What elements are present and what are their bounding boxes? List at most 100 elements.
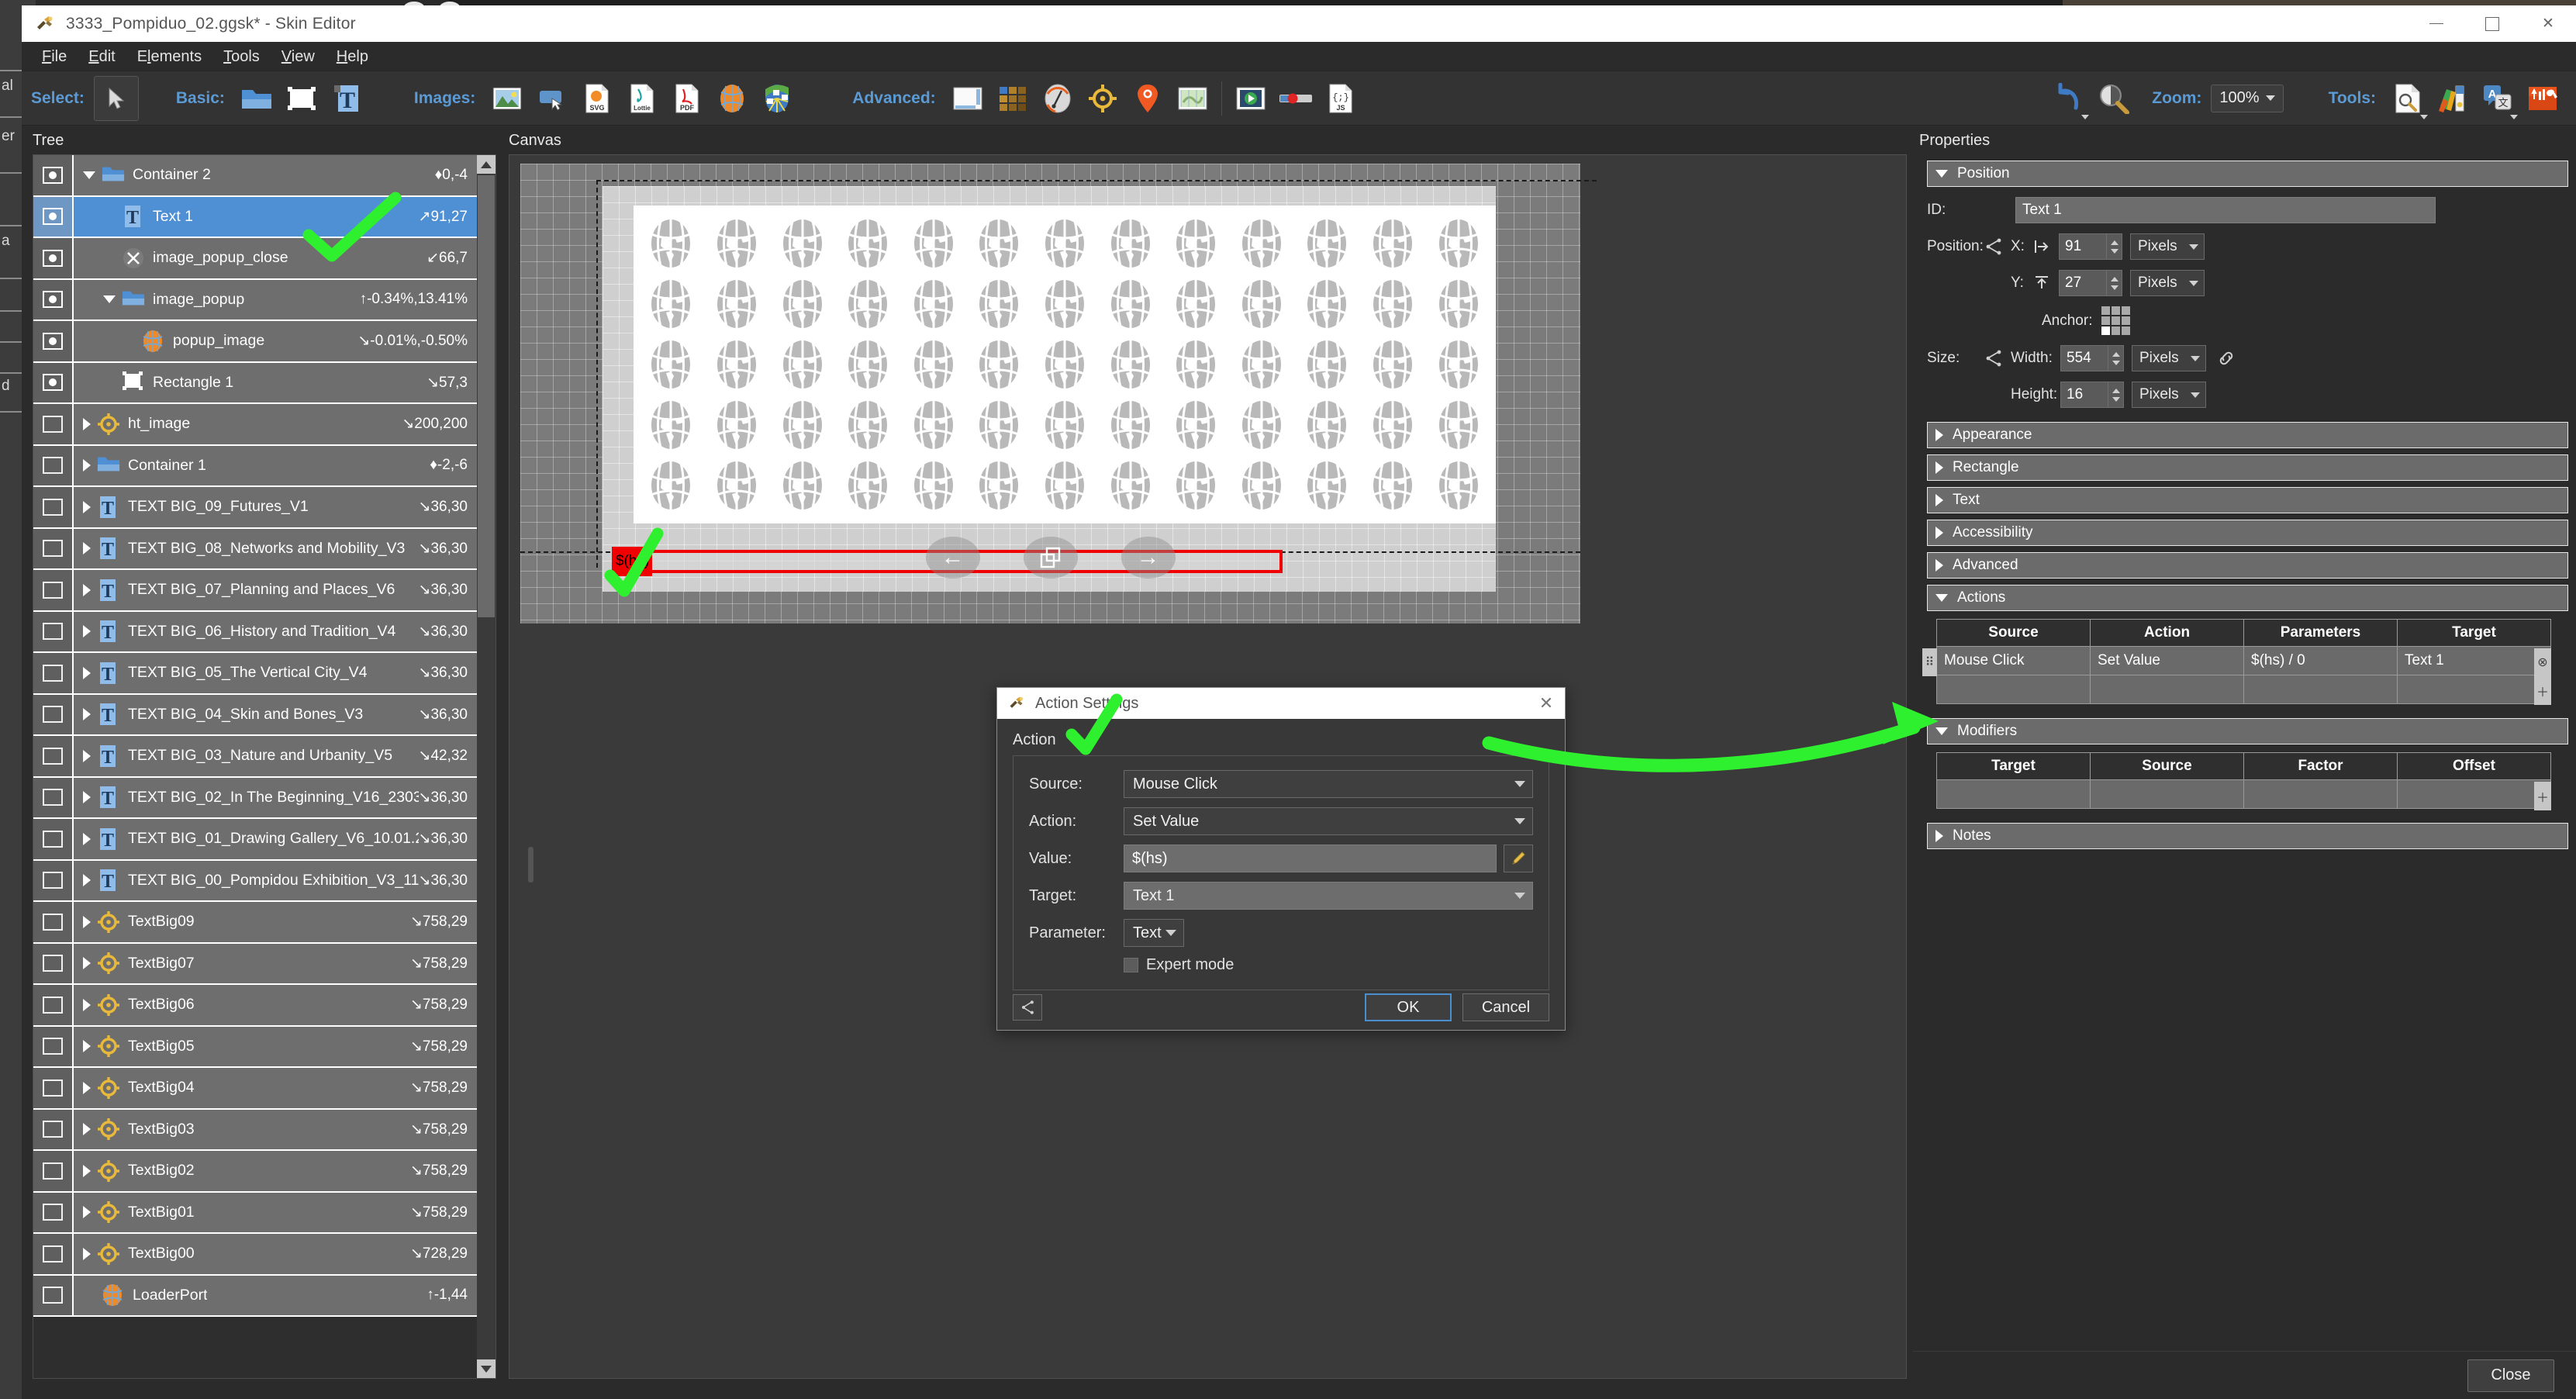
scroll-down-icon[interactable] <box>477 1359 496 1378</box>
width-stepper[interactable]: 554 <box>2060 345 2124 371</box>
maximize-icon[interactable] <box>2464 5 2520 42</box>
chevron-right-icon[interactable] <box>83 998 91 1011</box>
action-settings-dialog[interactable]: Action Settings ✕ Action Source: Mouse C… <box>996 687 1566 1031</box>
viewer-window-icon[interactable] <box>945 76 990 121</box>
zoom-select[interactable]: 100% <box>2211 84 2284 112</box>
chevron-right-icon[interactable] <box>83 583 91 596</box>
chevron-right-icon[interactable] <box>83 791 91 804</box>
tree-row[interactable]: image_popup ↑-0.34%,13.41% <box>33 279 477 321</box>
chevron-right-icon[interactable] <box>83 1081 91 1094</box>
tree-list[interactable]: Container 2 ♦0,-4 T Text 1 ↗91,27 image_popup… <box>33 155 477 1378</box>
chevron-down-icon[interactable] <box>83 171 95 179</box>
chevron-right-icon[interactable] <box>83 874 91 887</box>
map-icon[interactable] <box>1170 76 1215 121</box>
section-header-advanced[interactable]: Advanced <box>1927 552 2568 579</box>
modifiers-table[interactable]: Target Source Factor Offset ＋ <box>1936 752 2551 810</box>
container-folder-icon[interactable] <box>234 76 279 121</box>
section-header-appearance[interactable]: Appearance <box>1927 422 2568 448</box>
visibility-off-icon[interactable] <box>33 1026 74 1066</box>
text-icon[interactable]: T <box>324 76 369 121</box>
visibility-off-icon[interactable] <box>33 1068 74 1108</box>
visibility-eye-icon[interactable] <box>33 279 74 320</box>
visibility-off-icon[interactable] <box>33 445 74 485</box>
y-unit-select[interactable]: Pixels <box>2130 270 2205 296</box>
section-header-text[interactable]: Text <box>1927 487 2568 513</box>
menu-elements[interactable]: Elements <box>126 42 212 71</box>
tree-scrollbar[interactable] <box>477 155 496 1378</box>
visibility-off-icon[interactable] <box>33 1192 74 1232</box>
visibility-off-icon[interactable] <box>33 611 74 651</box>
pdf-file-icon[interactable]: PDF <box>665 76 710 121</box>
chevron-right-icon[interactable] <box>83 957 91 970</box>
chevron-right-icon[interactable] <box>83 915 91 928</box>
chevron-right-icon[interactable] <box>83 1040 91 1053</box>
plus-icon[interactable]: ＋ <box>2534 676 2551 705</box>
visibility-off-icon[interactable] <box>33 985 74 1025</box>
visibility-off-icon[interactable] <box>33 860 74 900</box>
tree-row[interactable]: Rectangle 1 ↘57,3 <box>33 362 477 404</box>
modifiers-empty-row[interactable] <box>1937 779 2550 808</box>
slider-icon[interactable] <box>1273 76 1318 121</box>
tree-row[interactable]: T TEXT BIG_04_Skin and Bones_V3 ↘36,30 <box>33 694 477 736</box>
tree-row[interactable]: T TEXT BIG_05_The Vertical City_V4 ↘36,30 <box>33 653 477 695</box>
arrow-right-icon[interactable]: → <box>1121 537 1176 579</box>
window-controls[interactable]: ✕ <box>2409 5 2576 42</box>
pencil-icon[interactable] <box>1504 845 1533 872</box>
tree-row[interactable]: T TEXT BIG_03_Nature and Urbanity_V5 ↘42,3… <box>33 736 477 778</box>
visibility-off-icon[interactable] <box>33 902 74 942</box>
anchor-selector[interactable] <box>2101 306 2131 335</box>
visibility-off-icon[interactable] <box>33 1234 74 1274</box>
tree-row[interactable]: T TEXT BIG_06_History and Tradition_V4 ↘36… <box>33 611 477 653</box>
source-select[interactable]: Mouse Click <box>1124 770 1533 798</box>
chevron-right-icon[interactable] <box>83 459 91 472</box>
visibility-off-icon[interactable] <box>33 819 74 859</box>
expert-mode-checkbox[interactable] <box>1124 958 1138 972</box>
overlap-squares-icon[interactable] <box>1023 537 1078 579</box>
video-icon[interactable] <box>1228 76 1273 121</box>
menu-tools[interactable]: Tools <box>212 42 271 71</box>
image-icon[interactable] <box>485 76 530 121</box>
chain-link-icon[interactable] <box>2217 349 2236 368</box>
close-icon[interactable]: ✕ <box>2520 5 2576 42</box>
menu-file[interactable]: File <box>31 42 78 71</box>
chevron-right-icon[interactable] <box>83 666 91 679</box>
tree-row[interactable]: T TEXT BIG_08_Networks and Mobility_V3 ↘36… <box>33 528 477 570</box>
tree-row[interactable]: Container 1 ♦-2,-6 <box>33 445 477 487</box>
visibility-eye-icon[interactable] <box>33 238 74 278</box>
visibility-eye-icon[interactable] <box>33 362 74 402</box>
y-stepper[interactable]: 27 <box>2059 270 2122 296</box>
tree-row[interactable]: T TEXT BIG_02_In The Beginning_V16_230322… <box>33 777 477 819</box>
arrow-select-icon[interactable] <box>93 75 139 121</box>
menu-edit[interactable]: Edit <box>78 42 126 71</box>
menu-view[interactable]: View <box>271 42 326 71</box>
visibility-off-icon[interactable] <box>33 943 74 983</box>
section-header-actions[interactable]: Actions <box>1927 585 2568 611</box>
canvas-nav-controls[interactable]: ← → <box>925 537 1176 579</box>
actions-row[interactable]: Mouse Click Set Value $(hs) / 0 Text 1 <box>1937 646 2550 675</box>
hotspot-globe-icon[interactable] <box>754 76 799 121</box>
visibility-off-icon[interactable] <box>33 777 74 817</box>
tree-row[interactable]: TextBig02 ↘758,29 <box>33 1151 477 1193</box>
section-header-position[interactable]: Position <box>1927 161 2568 187</box>
tree-row[interactable]: TextBig09 ↘758,29 <box>33 902 477 944</box>
visibility-off-icon[interactable] <box>33 1109 74 1149</box>
actions-cell[interactable]: $(hs) / 0 <box>2244 647 2398 675</box>
cancel-button[interactable]: Cancel <box>1462 993 1549 1021</box>
actions-cell[interactable]: Set Value <box>2091 647 2244 675</box>
value-input[interactable]: $(hs) <box>1124 845 1497 872</box>
actions-cell[interactable]: Text 1 <box>2398 647 2550 675</box>
tree-row[interactable]: popup_image ↘-0.01%,-0.50% <box>33 321 477 363</box>
height-value[interactable]: 16 <box>2060 382 2108 408</box>
chevron-right-icon[interactable] <box>83 1164 91 1177</box>
tree-row[interactable]: TextBig04 ↘758,29 <box>33 1068 477 1110</box>
lottie-file-icon[interactable]: Lottie <box>620 76 665 121</box>
chevron-right-icon[interactable] <box>83 625 91 638</box>
compass-icon[interactable] <box>1035 76 1080 121</box>
tree-row[interactable]: TextBig00 ↘728,29 <box>33 1234 477 1276</box>
arrow-left-icon[interactable]: ← <box>925 537 980 579</box>
toolbox-icon[interactable] <box>2520 76 2565 121</box>
visibility-eye-icon[interactable] <box>33 155 74 195</box>
scroll-thumb[interactable] <box>478 175 495 617</box>
target-select[interactable]: Text 1 <box>1124 882 1533 910</box>
color-palette-icon[interactable] <box>2430 76 2475 121</box>
